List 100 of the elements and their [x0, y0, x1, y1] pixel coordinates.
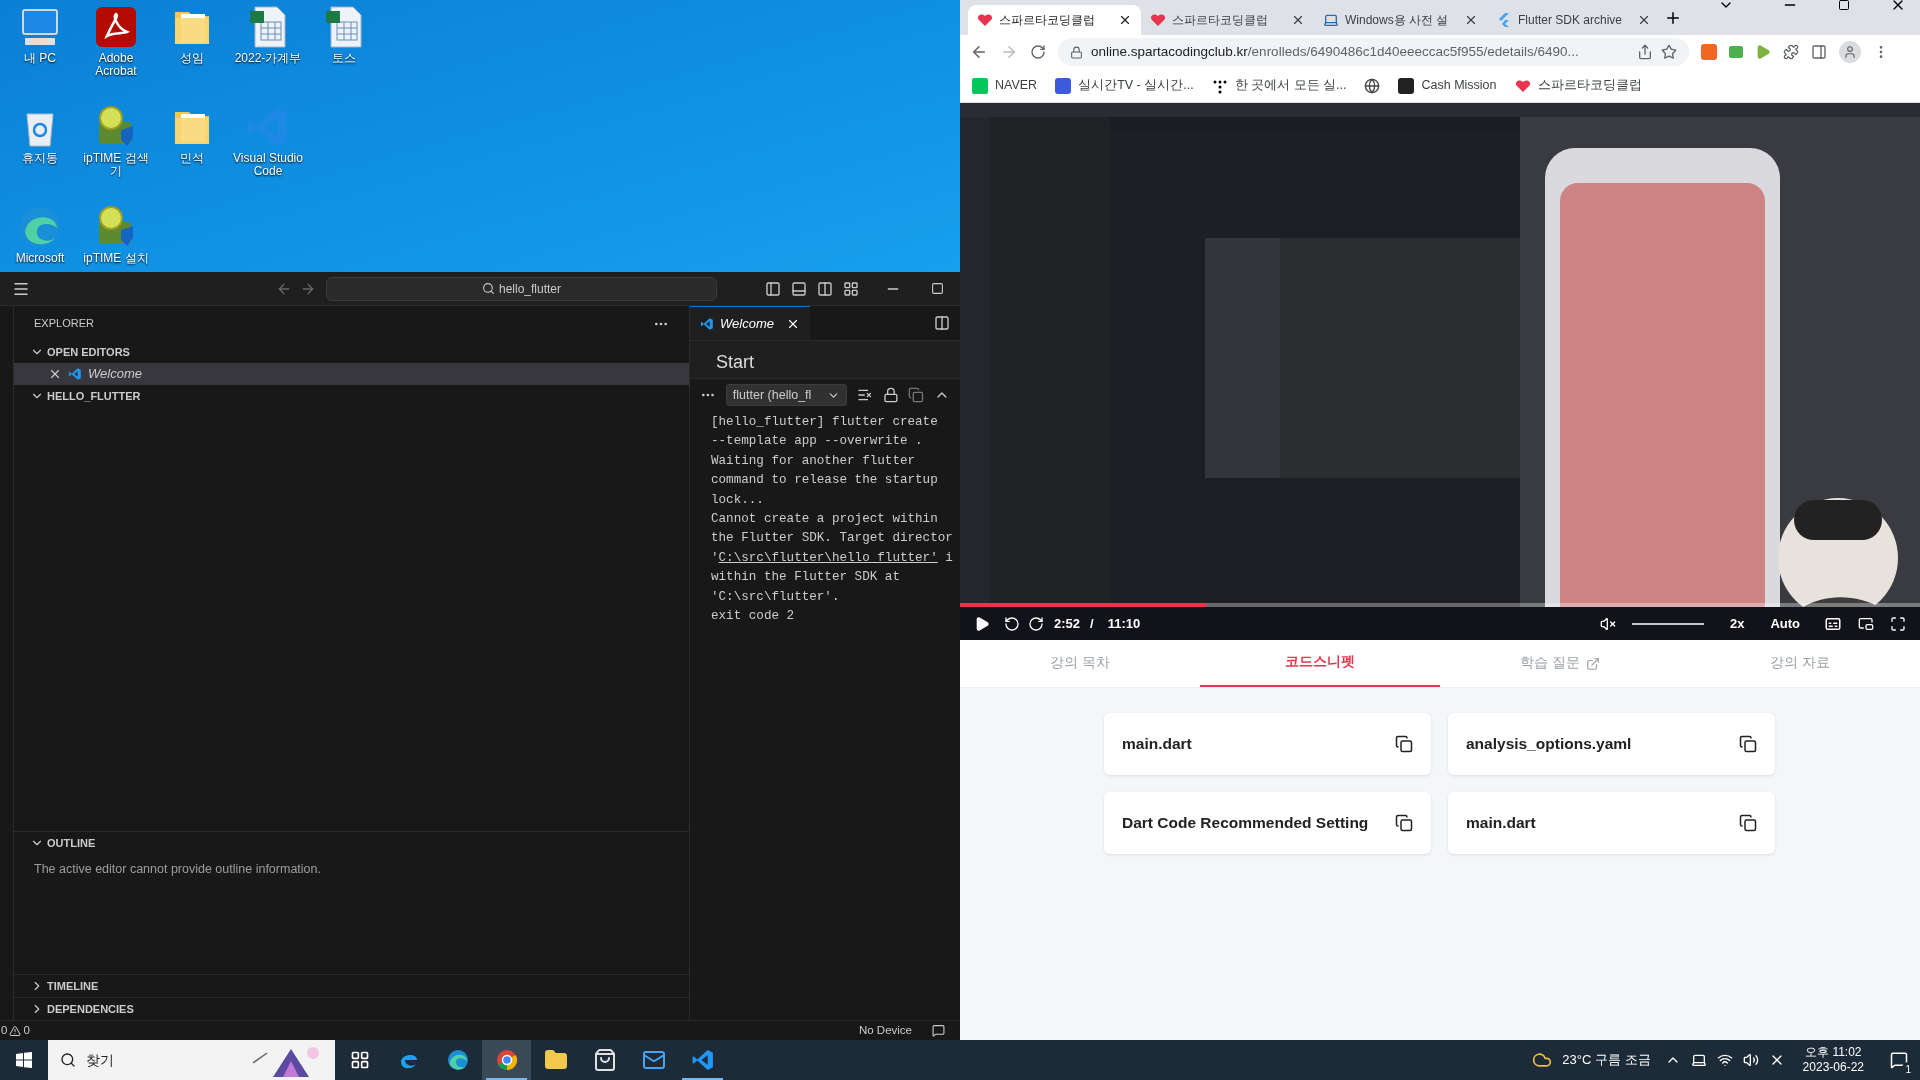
copy-icon[interactable]: [1395, 735, 1413, 753]
network-icon[interactable]: [1716, 1052, 1733, 1068]
vscode-icon: [68, 367, 82, 381]
heart-logo-icon: [977, 12, 993, 28]
lock-icon: [1070, 45, 1083, 59]
fullscreen-icon[interactable]: [1890, 615, 1906, 632]
editor-tab[interactable]: Welcome: [690, 306, 810, 340]
browser-tab[interactable]: 스파르타코딩클럽: [968, 5, 1141, 35]
side-panel-icon[interactable]: [1811, 44, 1827, 60]
video-progress-track[interactable]: [960, 603, 1920, 607]
current-time: 2:52: [1054, 614, 1081, 633]
rewind-ten-icon[interactable]: [1004, 615, 1020, 632]
close-tab-icon[interactable]: [1291, 13, 1305, 27]
command-search-field[interactable]: hello_flutter: [326, 276, 717, 301]
code-snippet-card[interactable]: analysis_options.yaml: [1448, 713, 1775, 775]
output-line: lock...: [711, 491, 765, 509]
welcome-heading: Start: [716, 351, 754, 374]
close-tab-icon[interactable]: [1637, 13, 1651, 27]
close-tab-icon[interactable]: [1118, 13, 1132, 27]
copy-icon[interactable]: [1739, 735, 1757, 753]
clear-output-icon[interactable]: [856, 387, 873, 403]
bookmark-link[interactable]: 실시간TV - 실시간...: [1055, 76, 1194, 95]
bookmark-star-icon[interactable]: [1661, 44, 1677, 60]
device-icon[interactable]: [1690, 1052, 1707, 1068]
split-layout-icon[interactable]: [817, 280, 833, 297]
output-line: [hello_flutter] flutter create: [711, 414, 939, 431]
picture-in-picture-icon[interactable]: [1858, 615, 1874, 632]
desktop-icon-label[interactable]: 휴지통: [5, 152, 75, 165]
desktop-icon-label[interactable]: 성임: [157, 52, 227, 65]
desktop-icon-label[interactable]: 2022-가계부: [233, 52, 303, 65]
profile-avatar[interactable]: [1839, 41, 1861, 63]
copy-icon[interactable]: [1739, 814, 1757, 832]
split-editor-icon[interactable]: [934, 315, 950, 331]
playback-speed[interactable]: 2x: [1729, 613, 1745, 634]
share-icon[interactable]: [1637, 44, 1653, 60]
lecture-tab[interactable]: 코드스니펫: [1200, 640, 1440, 687]
bookmark-link[interactable]: 스파르타코딩클럽: [1514, 76, 1642, 95]
play-icon[interactable]: [974, 615, 990, 632]
sidebar-toggle-icon[interactable]: [765, 280, 781, 297]
code-snippet-card[interactable]: Dart Code Recommended Setting: [1104, 792, 1431, 854]
heart-logo-icon: [1150, 12, 1166, 28]
section-header[interactable]: TIMELINE: [14, 975, 689, 997]
desktop-icon-label[interactable]: Adobe Acrobat: [81, 52, 151, 78]
close-tab-icon[interactable]: [1464, 13, 1478, 27]
feedback-icon[interactable]: [932, 1024, 945, 1037]
desktop-icon-label[interactable]: 토스: [309, 52, 379, 65]
desktop-icon-label[interactable]: ipTIME 검색기: [81, 152, 151, 178]
edge-icon: [17, 204, 63, 250]
pdf-icon: [93, 4, 139, 50]
mail-icon: [641, 1048, 666, 1072]
open-editor-item[interactable]: Welcome: [14, 363, 689, 385]
speaker-icon[interactable]: [1742, 1052, 1759, 1068]
desktop-icon-label[interactable]: Visual Studio Code: [233, 152, 303, 178]
bookmark-link[interactable]: Cash Mission: [1398, 76, 1497, 95]
device-status[interactable]: No Device: [858, 1021, 912, 1040]
clock[interactable]: 오후 11:02 2023-06-22: [1802, 1045, 1864, 1075]
weather-icon: [1532, 1050, 1553, 1070]
address-bar[interactable]: online.spartacodingclub.kr/enrolleds/6490486c1d40eeeccac5f955/edetails/6490...: [1058, 38, 1689, 66]
warning-count[interactable]: 0: [23, 1021, 30, 1040]
muted-speaker-icon[interactable]: [1599, 615, 1616, 632]
browser-tab[interactable]: 스파르타코딩클럽: [1141, 5, 1314, 35]
section-header[interactable]: OUTLINE: [14, 832, 689, 854]
section-header[interactable]: OPEN EDITORS: [14, 341, 689, 363]
close-icon[interactable]: [48, 367, 62, 381]
code-snippet-card[interactable]: main.dart: [1104, 713, 1431, 775]
weather-text[interactable]: 23°C 구름 조금: [1562, 1050, 1651, 1070]
reload-icon[interactable]: [1030, 44, 1046, 60]
output-channel-dropdown[interactable]: flutter (hello_fl: [725, 384, 847, 406]
lock-icon[interactable]: [882, 387, 899, 403]
section-header[interactable]: HELLO_FLUTTER: [14, 385, 689, 407]
section-header[interactable]: DEPENDENCIES: [14, 998, 689, 1020]
copy-icon[interactable]: [1395, 814, 1413, 832]
layout-icon[interactable]: [843, 280, 859, 297]
folder-icon: [543, 1048, 568, 1072]
desktop-icon-label[interactable]: 민석: [157, 152, 227, 165]
new-tab-icon[interactable]: [1664, 9, 1682, 27]
globe-icon[interactable]: [1364, 77, 1381, 94]
bookmark-link[interactable]: 한 곳에서 모든 실...: [1211, 76, 1347, 95]
notification-icon[interactable]: [1890, 1051, 1908, 1069]
forward-ten-icon[interactable]: [1028, 615, 1044, 632]
panel-toggle-icon[interactable]: [791, 280, 807, 297]
video-quality[interactable]: Auto: [1770, 613, 1800, 634]
output-line: 'C:\src\flutter'.: [711, 588, 841, 606]
browser-tab[interactable]: Flutter SDK archive: [1487, 5, 1660, 35]
desktop-icon-label[interactable]: 내 PC: [5, 52, 75, 65]
code-snippet-card[interactable]: main.dart: [1448, 792, 1775, 854]
search-icon: [60, 1052, 76, 1068]
bookmark-link[interactable]: NAVER: [972, 76, 1038, 95]
output-line: Cannot create a project within: [711, 511, 939, 529]
taskbar-search-field[interactable]: 찾기: [48, 1040, 335, 1080]
video-duration: 11:10: [1107, 614, 1141, 633]
tv-logo-icon: [1055, 77, 1072, 94]
maximize-icon[interactable]: [1838, 0, 1850, 11]
extensions-icon[interactable]: [1783, 44, 1799, 60]
error-count[interactable]: 0: [1, 1021, 8, 1040]
browser-tab[interactable]: Windows용 사전 설: [1314, 5, 1487, 35]
volume-slider[interactable]: [1631, 622, 1704, 625]
file-path-link[interactable]: C:\src\flutter\hello_flutter': [718, 550, 938, 565]
vscode-icon: [700, 316, 714, 331]
search-text: hello_flutter: [498, 280, 561, 298]
